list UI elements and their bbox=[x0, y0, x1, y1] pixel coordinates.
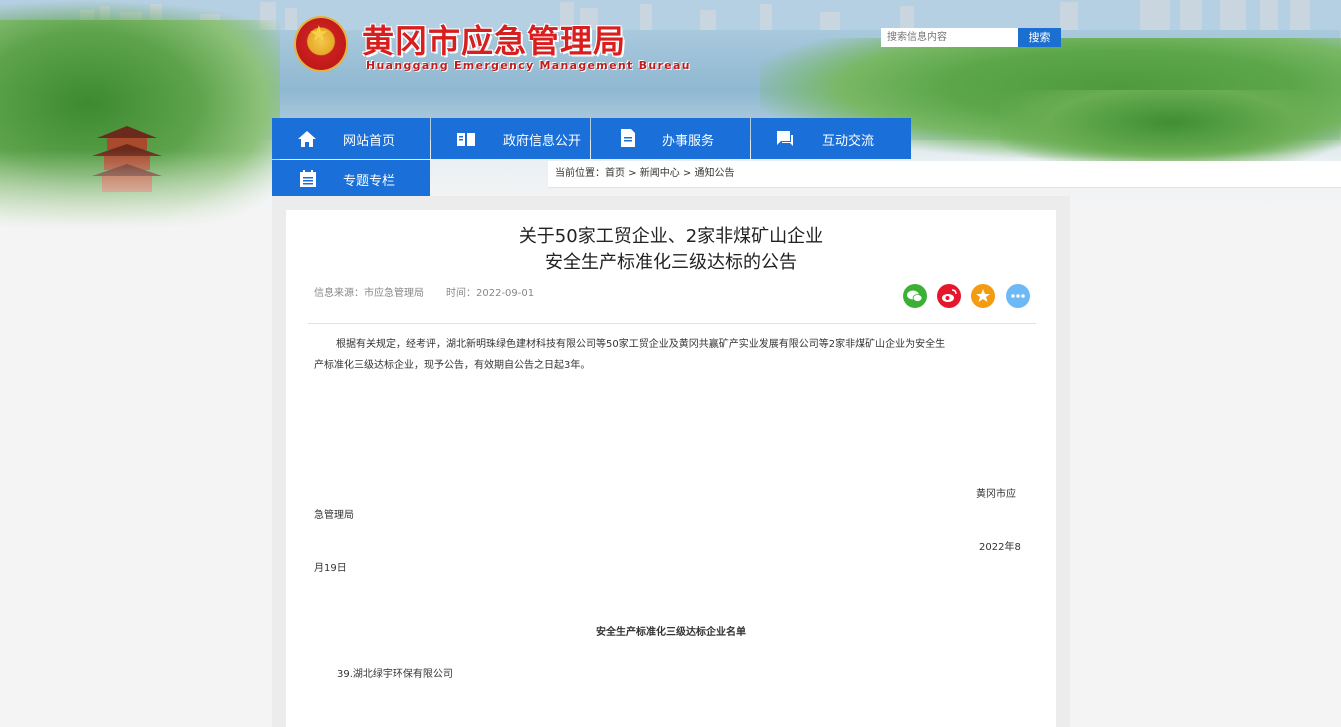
breadcrumb-home[interactable]: 首页 bbox=[605, 168, 625, 179]
more-share-button[interactable] bbox=[1006, 284, 1030, 308]
search-button[interactable]: 搜索 bbox=[1018, 28, 1061, 47]
home-icon bbox=[297, 129, 317, 149]
list-icon bbox=[298, 169, 318, 189]
article-time: 时间：2022-09-01 bbox=[446, 288, 535, 299]
favorite-icon bbox=[976, 289, 990, 302]
nav-special-label: 专题专栏 bbox=[343, 174, 396, 189]
nav-home[interactable]: 网站首页 bbox=[272, 118, 430, 159]
book-icon bbox=[456, 129, 476, 149]
article-body-line1: 根据有关规定，经考评，湖北新明珠绿色建材科技有限公司等50家工贸企业及黄冈共赢矿… bbox=[336, 339, 946, 350]
signature-part2: 急管理局 bbox=[314, 510, 354, 521]
site-title: 黄冈市应急管理局 bbox=[362, 22, 627, 60]
wechat-icon bbox=[907, 290, 923, 302]
date-part2: 月19日 bbox=[314, 563, 347, 574]
signature-part1: 黄冈市应 bbox=[976, 489, 1016, 500]
article-source: 信息来源：市应急管理局 bbox=[314, 288, 424, 299]
article-body-line2: 产标准化三级达标企业，现予公告，有效期自公告之日起3年。 bbox=[314, 360, 591, 371]
favorite-share-button[interactable] bbox=[971, 284, 995, 308]
wechat-share-button[interactable] bbox=[903, 284, 927, 308]
breadcrumb-prefix: 当前位置： bbox=[555, 168, 605, 179]
nav-gov-info[interactable]: 政府信息公开 bbox=[431, 118, 590, 159]
article-title: 关于50家工贸企业、2家非煤矿山企业 安全生产标准化三级达标的公告 bbox=[286, 224, 1056, 276]
list-item: 39.湖北绿宇环保有限公司 bbox=[337, 669, 453, 680]
breadcrumb-sep: > bbox=[625, 168, 640, 179]
nav-home-label: 网站首页 bbox=[343, 134, 396, 149]
emblem-star-icon: ★ bbox=[309, 22, 329, 47]
nav-gov-info-label: 政府信息公开 bbox=[503, 134, 582, 149]
breadcrumb-notices[interactable]: 通知公告 bbox=[695, 168, 735, 179]
nav-special[interactable]: 专题专栏 bbox=[272, 160, 430, 196]
list-title: 安全生产标准化三级达标企业名单 bbox=[596, 627, 746, 638]
document-icon bbox=[618, 128, 638, 148]
weibo-share-button[interactable] bbox=[937, 284, 961, 308]
nav-interaction[interactable]: 互动交流 bbox=[751, 118, 911, 159]
site-subtitle: Huanggang Emergency Management Bureau bbox=[366, 59, 691, 72]
weibo-icon bbox=[942, 289, 957, 302]
nav-services[interactable]: 办事服务 bbox=[591, 118, 750, 159]
chat-icon bbox=[775, 129, 795, 149]
breadcrumb-sep: > bbox=[679, 168, 695, 179]
article-title-line1: 关于50家工贸企业、2家非煤矿山企业 bbox=[518, 226, 824, 247]
nav-services-label: 办事服务 bbox=[662, 134, 715, 149]
search-input[interactable] bbox=[881, 28, 1018, 47]
breadcrumb-news[interactable]: 新闻中心 bbox=[640, 168, 680, 179]
more-icon bbox=[1011, 294, 1025, 298]
article-title-line2: 安全生产标准化三级达标的公告 bbox=[545, 252, 797, 273]
article-divider bbox=[308, 323, 1036, 324]
nav-interaction-label: 互动交流 bbox=[822, 134, 875, 149]
date-part1: 2022年8 bbox=[979, 542, 1021, 553]
breadcrumb: 当前位置：首页 > 新闻中心 > 通知公告 bbox=[548, 161, 1341, 188]
